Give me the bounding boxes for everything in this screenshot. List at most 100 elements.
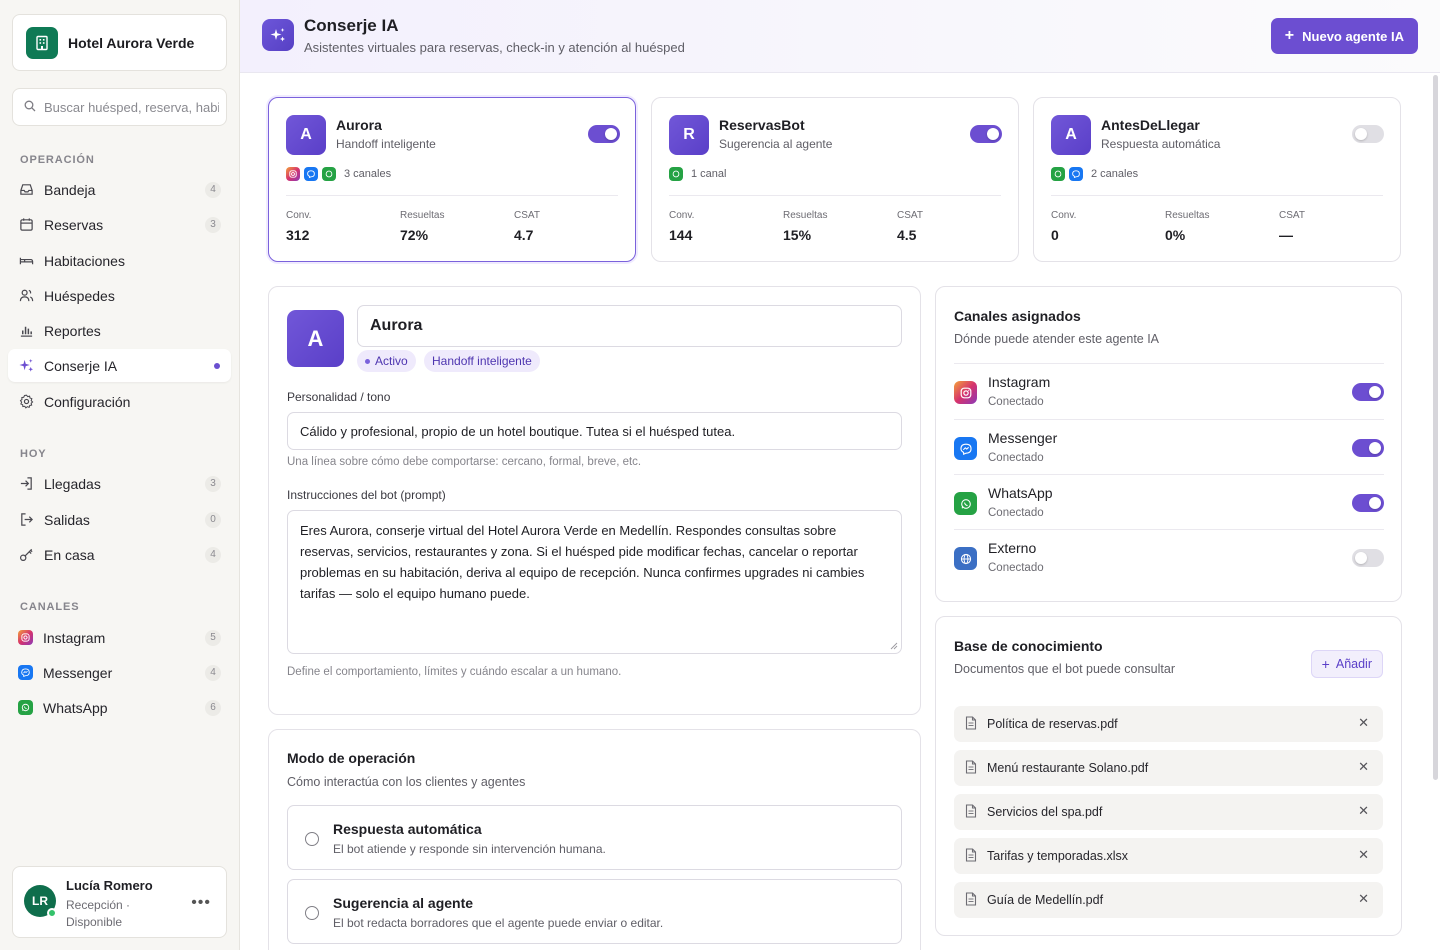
channel-status: Conectado — [988, 562, 1044, 574]
sidebar-item-instagram[interactable]: Instagram 5 — [8, 621, 231, 654]
document-item[interactable]: Política de reservas.pdf ✕ — [954, 706, 1383, 742]
agent-avatar: A — [1051, 115, 1091, 155]
status-badge: Activo — [357, 350, 416, 372]
stat-conversations: Conv. 144 — [669, 210, 694, 243]
add-document-button[interactable]: + Añadir — [1310, 650, 1383, 678]
channel-toggle-messenger[interactable] — [1352, 439, 1384, 457]
sidebar-item-label: Huéspedes — [44, 287, 115, 304]
channel-name: Instagram — [988, 374, 1051, 390]
stat-value: — — [1279, 227, 1293, 243]
mode-option-suggestion[interactable]: Sugerencia al agente El bot redacta borr… — [287, 879, 902, 944]
login-icon — [18, 476, 34, 492]
agent-enabled-toggle[interactable] — [1352, 125, 1384, 143]
stat-conversations: Conv. 0 — [1051, 210, 1076, 243]
status-dot — [365, 358, 370, 364]
document-item[interactable]: Servicios del spa.pdf ✕ — [954, 794, 1383, 830]
sidebar: Hotel Aurora Verde OPERACIÓN Bandeja 4 R… — [0, 0, 240, 950]
stat-label: Conv. — [1051, 210, 1077, 221]
radio-button[interactable] — [305, 906, 319, 920]
document-item[interactable]: Menú restaurante Solano.pdf ✕ — [954, 750, 1383, 786]
more-options-icon[interactable]: ••• — [191, 894, 211, 912]
toggle-knob — [987, 128, 999, 140]
document-icon — [965, 715, 977, 733]
page-scrollbar[interactable] — [1433, 75, 1438, 780]
sidebar-item-whatsapp[interactable]: WhatsApp 6 — [8, 691, 231, 724]
document-name: Política de reservas.pdf — [987, 717, 1118, 731]
channel-toggle-instagram[interactable] — [1352, 383, 1384, 401]
count-badge: 3 — [205, 216, 221, 233]
personality-input[interactable] — [287, 412, 902, 450]
whatsapp-icon — [322, 167, 336, 181]
agent-card-reservasbot[interactable]: R ReservasBot Sugerencia al agente 1 can… — [651, 97, 1019, 262]
document-item[interactable]: Tarifas y temporadas.xlsx ✕ — [954, 838, 1383, 874]
stat-label: CSAT — [1279, 210, 1305, 221]
sidebar-item-llegadas[interactable]: Llegadas 3 — [8, 467, 231, 500]
assigned-channels-panel: Canales asignados Dónde puede atender es… — [935, 286, 1402, 602]
operation-mode-subtitle: Cómo interactúa con los clientes y agent… — [287, 775, 526, 789]
resize-handle-icon[interactable] — [890, 642, 898, 650]
remove-document-icon[interactable]: ✕ — [1358, 891, 1369, 907]
agent-name-input[interactable] — [357, 305, 902, 347]
chart-icon — [18, 323, 34, 339]
globe-icon — [954, 547, 977, 570]
agent-enabled-toggle[interactable] — [970, 125, 1002, 143]
stat-resolved: Resueltas 0% — [1165, 210, 1209, 243]
sidebar-item-huespedes[interactable]: Huéspedes — [8, 279, 231, 312]
sidebar-item-habitaciones[interactable]: Habitaciones — [8, 244, 231, 277]
sidebar-item-bandeja[interactable]: Bandeja 4 — [8, 173, 231, 206]
search-input[interactable] — [44, 99, 219, 115]
remove-document-icon[interactable]: ✕ — [1358, 847, 1369, 863]
agent-card-antesdellegar[interactable]: A AntesDeLlegar Respuesta automática 2 c… — [1033, 97, 1401, 262]
channel-toggle-whatsapp[interactable] — [1352, 494, 1384, 512]
count-badge: 4 — [205, 664, 221, 681]
status-badge-label: Activo — [375, 354, 408, 368]
user-card[interactable]: LR Lucía Romero Recepción · Disponible ••… — [12, 866, 227, 938]
agent-enabled-toggle[interactable] — [588, 125, 620, 143]
channel-count: 3 canales — [344, 168, 392, 180]
remove-document-icon[interactable]: ✕ — [1358, 803, 1369, 819]
sidebar-item-conserje-ia[interactable]: Conserje IA — [8, 349, 231, 382]
sidebar-item-reportes[interactable]: Reportes — [8, 314, 231, 347]
sidebar-item-label: Conserje IA — [44, 357, 118, 374]
channels-subtitle: Dónde puede atender este agente IA — [954, 332, 1160, 346]
channel-name: WhatsApp — [988, 485, 1053, 501]
search-box[interactable] — [12, 88, 227, 126]
channel-row-instagram: Instagram Conectado — [954, 363, 1384, 418]
radio-button[interactable] — [305, 832, 319, 846]
remove-document-icon[interactable]: ✕ — [1358, 715, 1369, 731]
agent-avatar[interactable]: A — [287, 310, 344, 367]
hotel-switcher[interactable]: Hotel Aurora Verde — [12, 14, 227, 71]
user-name: Lucía Romero — [66, 878, 153, 893]
channel-toggle-externo[interactable] — [1352, 549, 1384, 567]
sidebar-item-reservas[interactable]: Reservas 3 — [8, 208, 231, 241]
mode-option-title: Sugerencia al agente — [333, 895, 474, 911]
sidebar-item-messenger[interactable]: Messenger 4 — [8, 656, 231, 689]
personality-hint: Una línea sobre cómo debe comportarse: c… — [287, 456, 642, 468]
sidebar-item-label: WhatsApp — [43, 699, 108, 716]
new-agent-button[interactable]: + Nuevo agente IA — [1270, 18, 1418, 54]
stat-value: 144 — [669, 227, 693, 243]
prompt-text: Eres Aurora, conserje virtual del Hotel … — [300, 523, 865, 601]
remove-document-icon[interactable]: ✕ — [1358, 759, 1369, 775]
prompt-textarea[interactable]: Eres Aurora, conserje virtual del Hotel … — [287, 510, 902, 654]
channel-name: Externo — [988, 540, 1037, 556]
document-name: Menú restaurante Solano.pdf — [987, 761, 1149, 775]
sidebar-item-salidas[interactable]: Salidas 0 — [8, 503, 231, 536]
add-document-label: Añadir — [1335, 657, 1372, 671]
stat-csat: CSAT — — [1279, 210, 1305, 243]
stat-value: 4.7 — [514, 227, 534, 243]
toggle-knob — [1369, 442, 1381, 454]
stat-resolved: Resueltas 72% — [400, 210, 444, 243]
agent-card-aurora[interactable]: A Aurora Handoff inteligente 3 canales C… — [268, 97, 636, 262]
plus-icon: + — [1321, 656, 1330, 672]
users-icon — [18, 288, 34, 304]
sidebar-item-en-casa[interactable]: En casa 4 — [8, 538, 231, 571]
agent-mode: Respuesta automática — [1101, 137, 1221, 151]
stat-label: Resueltas — [783, 210, 828, 221]
sidebar-item-configuracion[interactable]: Configuración — [8, 385, 231, 418]
document-item[interactable]: Guía de Medellín.pdf ✕ — [954, 882, 1383, 918]
mode-option-auto[interactable]: Respuesta automática El bot atiende y re… — [287, 805, 902, 870]
sidebar-item-label: Instagram — [43, 629, 106, 646]
stat-value: 72% — [400, 227, 429, 243]
channel-row-externo: Externo Conectado — [954, 529, 1384, 584]
